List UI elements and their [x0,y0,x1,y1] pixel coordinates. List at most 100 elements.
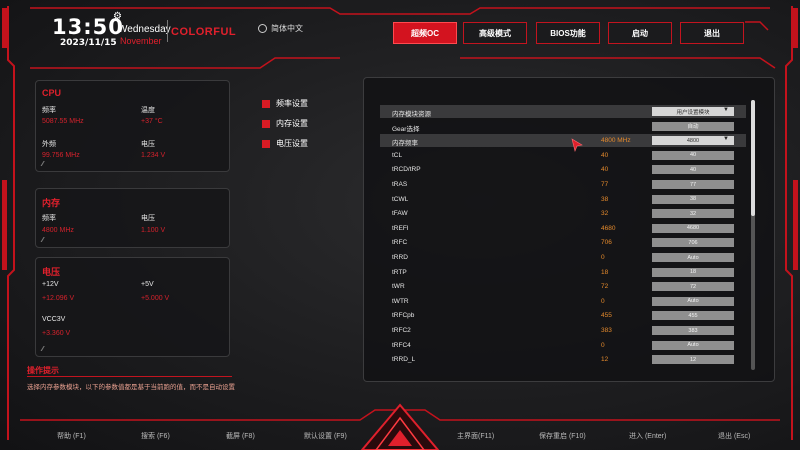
setting-name: tREFI [392,224,409,232]
setting-row[interactable]: tRTP 18 18 [380,266,746,279]
setting-row[interactable]: tRFC4 0 Auto [380,339,746,352]
setting-row[interactable]: tRRD_L 12 12 [380,353,746,366]
setting-input-value: 4680 [686,225,700,232]
setting-current-value: 383 [601,327,612,334]
setting-input-value: 706 [688,239,698,246]
dropdown-arrow-icon: ▼ [723,107,729,113]
cpu-panel-title: CPU [42,88,62,98]
footer-default-settings[interactable]: 默认设置 (F9) [304,431,347,441]
cpu-freq-label: 频率 [42,107,56,114]
tab-exit[interactable]: 退出 [680,22,744,44]
tips-text: 选择内存参数模块，以下的参数值都是基于当前跑的值，而不是自动设置 [27,384,235,391]
footer-exit[interactable]: 退出 (Esc) [718,431,750,441]
setting-name: tRTP [392,268,407,276]
setting-input-value: 455 [688,312,698,319]
cpu-temp-label: 温度 [141,107,155,114]
setting-dropdown[interactable]: 用户设置模块 ▼ [652,107,734,116]
setting-input[interactable]: Auto [652,253,734,262]
setting-name: 内存模块资源 [392,111,431,118]
setting-current-value: 72 [601,283,609,291]
panel-grip-decoration: ⁄⁄⁄⁄⁄ [42,161,44,168]
setting-row[interactable]: 内存频率 4800 MHz 4800 ▼ [380,134,746,148]
setting-row[interactable]: tRCD/tRP 40 40 [380,163,746,176]
setting-current-value: 4800 MHz [601,137,631,145]
gear-icon[interactable]: ⚙ [113,11,122,22]
setting-row[interactable]: Gear选择 自动 [380,120,746,133]
setting-row[interactable]: tRFC 706 706 [380,236,746,249]
cpu-volt-value: 1.234 V [141,152,166,159]
setting-row[interactable]: tWTR 0 Auto [380,295,746,308]
brand-divider [167,20,168,42]
setting-row[interactable]: 内存模块资源 用户设置模块 ▼ [380,105,746,118]
setting-current-value: 0 [601,254,605,261]
setting-row[interactable]: tRRD 0 Auto [380,251,746,264]
footer-screenshot[interactable]: 截屏 (F8) [226,431,255,441]
footer-search[interactable]: 搜索 (F6) [141,431,170,441]
setting-input-value: 383 [688,327,698,334]
setting-input[interactable]: 40 [652,165,734,175]
setting-row[interactable]: tRFCpb 455 455 [380,309,746,322]
setting-row[interactable]: tRFC2 383 383 [380,324,746,337]
menu-voltage-settings[interactable]: 电压设置 [262,138,308,149]
setting-input[interactable]: 12 [652,355,734,365]
setting-row[interactable]: tWR 72 72 [380,280,746,293]
setting-row[interactable]: tCL 40 40 [380,149,746,162]
setting-input[interactable]: 18 [652,267,734,277]
vcc3v-value: +3.360 V [42,330,71,337]
setting-input[interactable]: Auto [652,296,734,306]
setting-input[interactable]: 77 [652,180,734,189]
memory-settings-panel: 内存模块资源 用户设置模块 ▼ Gear选择 自动 内存频率 4800 MHz 4800 ▼ tC… [363,77,775,382]
footer-enter[interactable]: 进入 (Enter) [629,431,666,441]
v12-value: +12.096 V [42,295,75,302]
setting-dropdown[interactable]: 4800 ▼ [652,136,734,146]
menu-label: 内存设置 [276,119,308,128]
setting-name: tRFCpb [392,312,415,320]
setting-name: tRFC2 [392,327,411,334]
setting-input[interactable]: 自动 [652,121,734,131]
footer-save-restart[interactable]: 保存重启 (F10) [539,431,586,441]
setting-input-value: 77 [689,181,697,188]
tab-boot[interactable]: 启动 [608,22,672,44]
setting-name: tRFC4 [392,341,411,349]
menu-frequency-settings[interactable]: 频率设置 [262,98,308,109]
language-selector[interactable]: 简体中文 [258,23,303,34]
setting-input[interactable]: 38 [652,194,734,204]
setting-current-value: 12 [601,356,609,364]
setting-input-value: 4800 [686,137,700,144]
setting-input[interactable]: Auto [652,340,734,350]
menu-memory-settings[interactable]: 内存设置 [262,118,308,129]
setting-row[interactable]: tCWL 38 38 [380,193,746,206]
scrollbar[interactable] [751,100,755,370]
memory-panel: 内存 频率 4800 MHz 电压 1.100 V ⁄⁄⁄⁄⁄ [35,188,230,248]
tab-advanced[interactable]: 高级模式 [463,22,527,44]
mem-volt-label: 电压 [141,215,155,222]
setting-current-value: 455 [601,312,612,320]
setting-name: tRRD_L [392,356,416,364]
setting-current-value: 706 [601,239,612,247]
scrollbar-thumb[interactable] [751,100,755,216]
setting-input[interactable]: 32 [652,209,734,219]
bullet-square-icon [262,139,270,148]
setting-input[interactable]: 706 [652,238,734,248]
setting-input[interactable]: 383 [652,326,734,335]
footer-help[interactable]: 帮助 (F1) [57,431,86,441]
footer-main-screen[interactable]: 主界面(F11) [457,431,494,441]
month-label: November [120,36,162,46]
setting-name: tRAS [392,181,408,188]
setting-row[interactable]: tREFI 4680 4680 [380,222,746,235]
setting-name: tRFC [392,239,408,247]
language-label: 简体中文 [271,24,303,33]
setting-input[interactable]: 4680 [652,223,734,233]
setting-input[interactable]: 455 [652,311,734,321]
setting-input[interactable]: 72 [652,282,734,292]
setting-name: tWR [392,283,405,291]
setting-name: Gear选择 [392,125,420,133]
bullet-square-icon [262,119,270,128]
v5-label: +5V [141,281,154,288]
tab-bios-features[interactable]: BIOS功能 [536,22,600,44]
setting-row[interactable]: tRAS 77 77 [380,178,746,191]
setting-input[interactable]: 40 [652,150,734,160]
tab-oc[interactable]: 超频OC [393,22,457,44]
setting-row[interactable]: tFAW 32 32 [380,207,746,220]
mem-freq-value: 4800 MHz [42,227,74,234]
